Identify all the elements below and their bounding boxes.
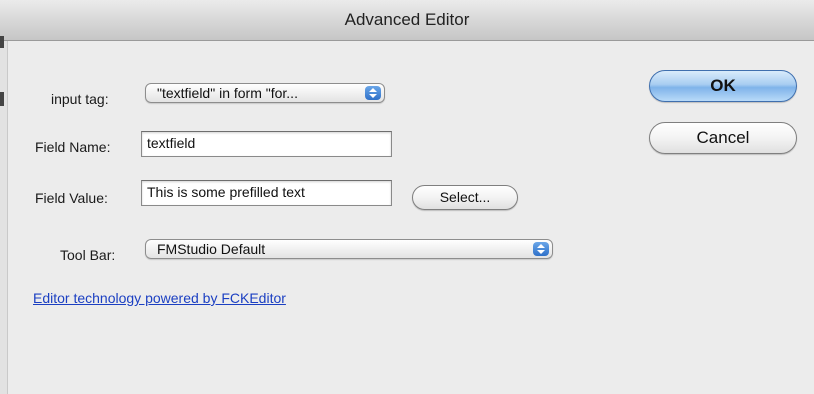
input-tag-select[interactable]: "textfield" in form "for... [145,83,385,103]
field-value-label: Field Value: [35,190,108,206]
tool-bar-select[interactable]: FMStudio Default [145,239,553,259]
input-tag-value: "textfield" in form "for... [157,85,298,101]
popup-arrows-icon [533,242,549,256]
tool-bar-value: FMStudio Default [157,241,266,257]
title-bar: Advanced Editor [0,0,814,41]
input-tag-label: input tag: [51,91,109,107]
field-name-input[interactable]: textfield [141,131,392,157]
tool-bar-label: Tool Bar: [60,247,116,263]
ok-button[interactable]: OK [649,70,797,102]
fckeditor-link[interactable]: Editor technology powered by FCKEditor [33,290,286,306]
cancel-button[interactable]: Cancel [649,122,797,154]
field-value-input[interactable]: This is some prefilled text [141,180,392,206]
window-title: Advanced Editor [344,10,470,29]
field-name-label: Field Name: [35,139,111,155]
edge-mark-middle [0,92,4,106]
popup-arrows-icon [365,86,381,100]
select-button[interactable]: Select... [412,185,518,210]
edge-mark-top [0,36,4,48]
